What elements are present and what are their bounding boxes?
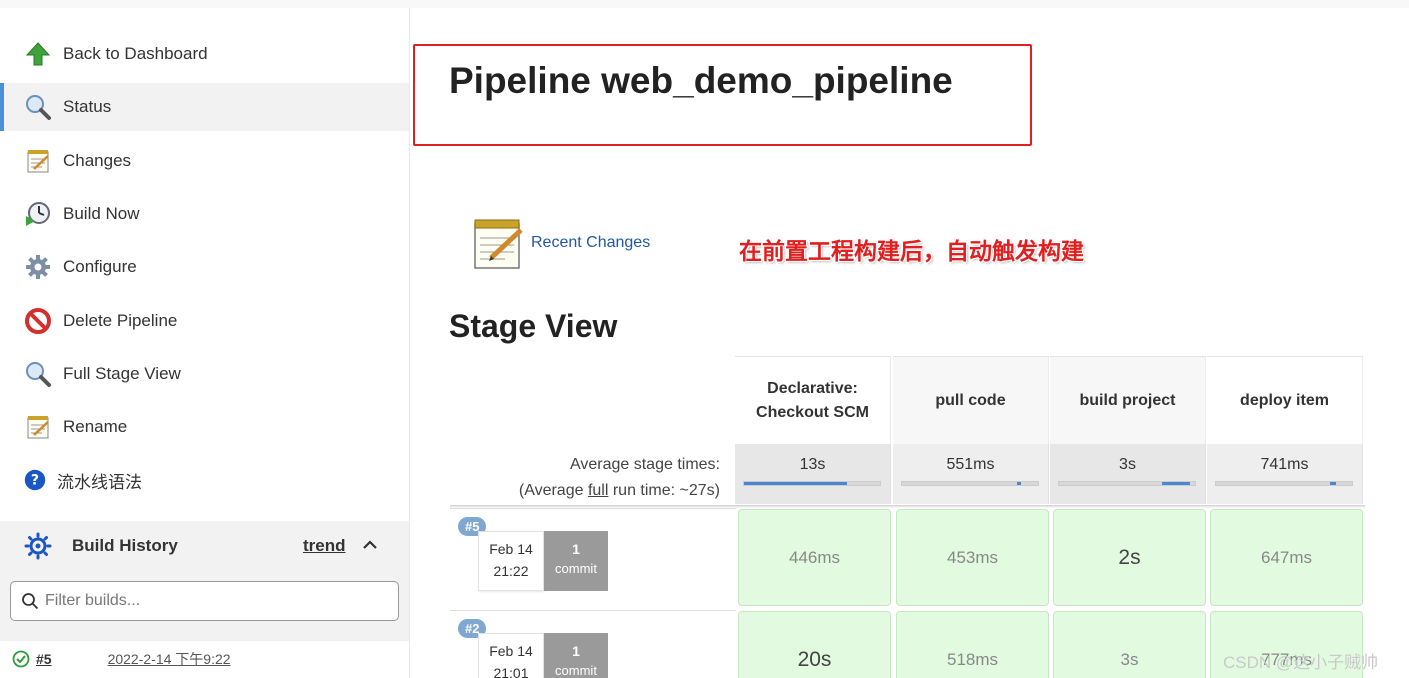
notepad-icon <box>24 147 52 175</box>
run-date: Feb 14 <box>489 541 533 557</box>
stage-average-bar <box>743 481 881 486</box>
sidebar-item-label: Build Now <box>63 204 140 223</box>
stage-average-bar <box>901 481 1039 486</box>
stage-average-bar <box>1058 481 1196 486</box>
avg-run-suffix: run time: ~27s) <box>608 482 720 499</box>
commit-label: commit <box>555 561 597 576</box>
stage-average-fill <box>1330 482 1336 485</box>
recent-changes[interactable]: Recent Changes <box>471 214 650 272</box>
run-row: #2 Feb 14 21:01 1 commit <box>450 610 736 678</box>
stage-header: deploy item <box>1207 356 1363 444</box>
filter-builds-box[interactable] <box>10 581 399 621</box>
magnifier-icon <box>24 93 52 121</box>
sidebar-item-pipeline-syntax[interactable]: ? 流水线语法 <box>0 456 409 504</box>
sidebar-item-back-to-dashboard[interactable]: Back to Dashboard <box>0 30 409 78</box>
sidebar-item-rename[interactable]: Rename <box>0 403 409 451</box>
gear-icon <box>24 253 52 281</box>
commit-count: 1 <box>572 541 580 557</box>
sidebar-item-label: Rename <box>63 417 128 436</box>
filter-builds-input[interactable] <box>45 592 385 610</box>
stage-average-cell: 741ms <box>1207 444 1363 504</box>
stage-duration-cell[interactable]: 2s <box>1053 509 1206 606</box>
stage-duration-cell[interactable]: 3s <box>1053 611 1206 678</box>
sidebar-item-label: 流水线语法 <box>57 472 142 492</box>
up-arrow-icon <box>24 40 52 68</box>
stage-average-fill <box>744 482 848 485</box>
average-run-time-text: (Average full run time: ~27s) <box>450 478 720 504</box>
stage-average-fill <box>1016 482 1021 485</box>
commit-count-box[interactable]: 1 commit <box>544 633 608 678</box>
sidebar-item-status[interactable]: Status <box>0 83 409 131</box>
run-datetime: Feb 14 21:01 <box>478 633 544 678</box>
sidebar-item-delete-pipeline[interactable]: Delete Pipeline <box>0 297 409 345</box>
stage-average-time: 13s <box>799 456 826 473</box>
svg-text:?: ? <box>31 473 39 489</box>
sidebar-item-label: Configure <box>63 257 137 276</box>
build-history-title: Build History <box>72 536 178 555</box>
search-icon <box>21 592 39 610</box>
stage-duration-cell[interactable]: 446ms <box>738 509 891 606</box>
sidebar-item-full-stage-view[interactable]: Full Stage View <box>0 350 409 398</box>
page-title: Pipeline web_demo_pipeline <box>449 60 953 101</box>
run-row: #5 Feb 14 21:22 1 commit <box>450 508 736 606</box>
recent-changes-link[interactable]: Recent Changes <box>531 234 650 252</box>
watermark: CSDN @这小子贼帅 <box>1223 653 1379 672</box>
sidebar-item-changes[interactable]: Changes <box>0 137 409 185</box>
stage-view-table: Declarative: Checkout SCM pull code buil… <box>735 356 1365 678</box>
trend-link[interactable]: trend <box>303 536 346 556</box>
filter-builds-area <box>0 571 409 641</box>
chevron-up-icon[interactable] <box>362 537 378 553</box>
sidebar: Back to Dashboard Status Changes Build N… <box>0 8 410 678</box>
sidebar-item-label: Back to Dashboard <box>63 44 208 63</box>
stage-average-time: 3s <box>1119 456 1136 473</box>
success-check-icon <box>12 650 30 668</box>
run-time: 21:22 <box>493 563 529 579</box>
help-icon: ? <box>24 466 46 494</box>
no-entry-icon <box>24 307 52 335</box>
stage-average-cell: 3s <box>1050 444 1206 504</box>
stage-header: pull code <box>893 356 1049 444</box>
sidebar-item-label: Delete Pipeline <box>63 311 178 330</box>
top-strip <box>0 0 1409 8</box>
notepad-icon <box>24 413 52 441</box>
sidebar-item-build-now[interactable]: Build Now <box>0 190 409 238</box>
run-datetime: Feb 14 21:22 <box>478 531 544 591</box>
avg-run-prefix: (Average <box>518 482 588 499</box>
stage-header: Declarative: Checkout SCM <box>735 356 891 444</box>
notepad-icon <box>471 214 525 272</box>
commit-count: 1 <box>572 643 580 659</box>
magnifier-icon <box>24 360 52 388</box>
build-history-icon <box>24 532 52 560</box>
build-history-header: Build History trend <box>0 521 409 571</box>
stage-duration-cell[interactable]: 647ms <box>1210 509 1363 606</box>
stage-header: build project <box>1050 356 1206 444</box>
build-number-link[interactable]: #5 <box>36 651 52 667</box>
annotation-note: 在前置工程构建后，自动触发构建 <box>739 238 1084 264</box>
stage-average-time: 741ms <box>1260 456 1309 473</box>
sidebar-item-label: Status <box>63 97 112 116</box>
stage-average-time: 551ms <box>946 456 995 473</box>
stage-average-cell: 13s <box>735 444 891 504</box>
stage-duration-cell[interactable]: 518ms <box>896 611 1049 678</box>
run-time: 21:01 <box>493 665 529 678</box>
stage-duration-cell[interactable]: 453ms <box>896 509 1049 606</box>
sidebar-item-configure[interactable]: Configure <box>0 243 409 291</box>
stage-view-title: Stage View <box>449 308 618 344</box>
average-times-label: Average stage times: (Average full run t… <box>450 452 720 504</box>
run-date: Feb 14 <box>489 643 533 659</box>
stage-average-fill <box>1162 482 1190 485</box>
clock-play-icon <box>24 200 52 228</box>
stage-average-bar <box>1215 481 1353 486</box>
commit-count-box[interactable]: 1 commit <box>544 531 608 591</box>
sidebar-item-label: Full Stage View <box>63 364 181 383</box>
stage-duration-cell[interactable]: 20s <box>738 611 891 678</box>
average-stage-times-text: Average stage times: <box>569 456 720 473</box>
stage-average-cell: 551ms <box>893 444 1049 504</box>
commit-label: commit <box>555 663 597 678</box>
full-run-link[interactable]: full <box>588 482 608 499</box>
sidebar-item-label: Changes <box>63 151 132 170</box>
build-history-row[interactable]: #5 2022-2-14 下午9:22 <box>0 639 409 678</box>
build-date-link[interactable]: 2022-2-14 下午9:22 <box>108 649 231 669</box>
